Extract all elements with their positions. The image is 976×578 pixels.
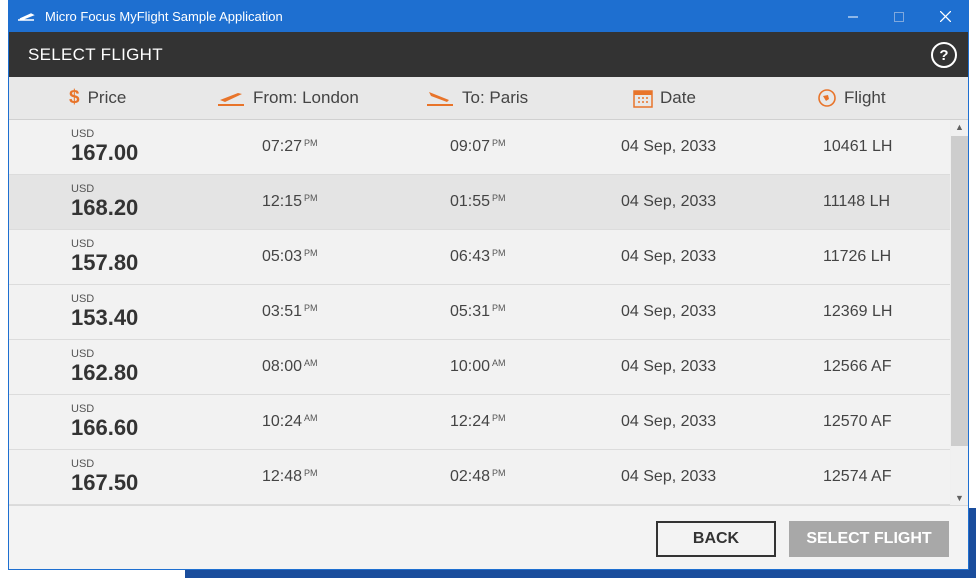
page-title: SELECT FLIGHT (28, 44, 163, 64)
column-to[interactable]: To: Paris (425, 77, 528, 119)
title-bar: Micro Focus MyFlight Sample Application (9, 1, 968, 32)
currency-label: USD (71, 293, 95, 305)
currency-label: USD (71, 128, 95, 140)
arrival-time: 10:00 AM (450, 358, 506, 375)
currency-label: USD (71, 238, 95, 250)
flight-number: 11148 LH (823, 193, 891, 210)
price-value: 167.50 (71, 470, 139, 495)
maximize-button[interactable] (876, 1, 922, 32)
takeoff-icon (218, 93, 244, 106)
table-row[interactable]: USD 153.40 03:51 PM 05:31 PM 04 Sep, 2033 … (9, 285, 950, 340)
flight-number: 10461 LH (823, 138, 893, 155)
close-button[interactable] (922, 1, 968, 32)
vertical-scrollbar[interactable]: ▲ ▼ (951, 120, 968, 505)
help-icon: ? (939, 46, 949, 64)
column-to-label: To: Paris (462, 88, 529, 107)
currency-label: USD (71, 458, 95, 470)
currency-label: USD (71, 403, 95, 415)
table-row[interactable]: USD 157.80 05:03 PM 06:43 PM 04 Sep, 2033 … (9, 230, 950, 285)
flight-date: 04 Sep, 2033 (621, 413, 717, 430)
column-headers: $ Price From: London To: Paris Date Flig… (9, 77, 968, 120)
column-flight[interactable]: Flight (817, 77, 886, 119)
calendar-icon (633, 90, 653, 108)
departure-time: 07:27 PM (262, 138, 318, 155)
airplane-icon (18, 12, 35, 21)
select-flight-button[interactable]: SELECT FLIGHT (789, 521, 949, 557)
departure-time: 03:51 PM (262, 303, 318, 320)
departure-time: 12:48 PM (262, 468, 318, 485)
flight-results: $ Price From: London To: Paris Date Flig… (9, 77, 968, 569)
price-value: 153.40 (71, 305, 139, 330)
landing-icon (427, 92, 453, 106)
flight-number: 12566 AF (823, 358, 892, 375)
flight-date: 04 Sep, 2033 (621, 468, 717, 485)
maximize-icon (894, 11, 904, 22)
help-button[interactable]: ? (931, 42, 957, 68)
arrival-time: 06:43 PM (450, 248, 506, 265)
price-value: 168.20 (71, 195, 139, 220)
globe-icon (818, 89, 836, 107)
price-value: 162.80 (71, 360, 139, 385)
price-value: 157.80 (71, 250, 139, 275)
column-from[interactable]: From: London (216, 77, 359, 119)
departure-time: 05:03 PM (262, 248, 318, 265)
column-date[interactable]: Date (633, 77, 696, 119)
currency-label: USD (71, 183, 95, 195)
table-row[interactable]: USD 162.80 08:00 AM 10:00 AM 04 Sep, 2033 … (9, 340, 950, 395)
departure-time: 08:00 AM (262, 358, 318, 375)
flight-date: 04 Sep, 2033 (621, 303, 717, 320)
arrival-time: 02:48 PM (450, 468, 506, 485)
column-price[interactable]: $ Price (69, 77, 126, 119)
window-title: Micro Focus MyFlight Sample Application (45, 9, 283, 24)
column-from-label: From: London (253, 88, 359, 107)
column-price-label: Price (87, 88, 127, 107)
page-header: SELECT FLIGHT ? (9, 32, 968, 77)
price-value: 166.60 (71, 415, 139, 440)
close-icon (939, 11, 951, 22)
table-row[interactable]: USD 167.50 12:48 PM 02:48 PM 04 Sep, 2033 … (9, 450, 950, 505)
flight-number: 12574 AF (823, 468, 892, 485)
minimize-button[interactable] (830, 1, 876, 32)
arrival-time: 05:31 PM (450, 303, 506, 320)
column-flight-label: Flight (844, 88, 886, 107)
price-value: 167.00 (71, 140, 139, 165)
flight-date: 04 Sep, 2033 (621, 358, 717, 375)
flight-date: 04 Sep, 2033 (621, 248, 717, 265)
scroll-up-icon[interactable]: ▲ (951, 120, 968, 134)
flight-number: 12369 LH (823, 303, 893, 320)
arrival-time: 12:24 PM (450, 413, 506, 430)
arrival-time: 01:55 PM (450, 193, 506, 210)
scrollbar-thumb[interactable] (951, 136, 968, 446)
minimize-icon (848, 16, 858, 17)
column-date-label: Date (660, 88, 696, 107)
departure-time: 12:15 PM (262, 193, 318, 210)
flight-number: 12570 AF (823, 413, 892, 430)
table-row[interactable]: USD 167.00 07:27 PM 09:07 PM 04 Sep, 2033 … (9, 120, 950, 175)
table-row[interactable]: USD 166.60 10:24 AM 12:24 PM 04 Sep, 2033 … (9, 395, 950, 450)
flight-list: USD 167.00 07:27 PM 09:07 PM 04 Sep, 2033 … (9, 120, 950, 505)
table-row[interactable]: USD 168.20 12:15 PM 01:55 PM 04 Sep, 2033 … (9, 175, 950, 230)
arrival-time: 09:07 PM (450, 138, 506, 155)
dollar-icon: $ (69, 87, 80, 108)
currency-label: USD (71, 348, 95, 360)
flight-date: 04 Sep, 2033 (621, 193, 717, 210)
flight-date: 04 Sep, 2033 (621, 138, 717, 155)
departure-time: 10:24 AM (262, 413, 318, 430)
back-button[interactable]: BACK (656, 521, 776, 557)
app-window: Micro Focus MyFlight Sample Application … (8, 0, 969, 570)
flight-number: 11726 LH (823, 248, 892, 265)
footer-bar: BACK SELECT FLIGHT (9, 505, 968, 569)
scroll-down-icon[interactable]: ▼ (951, 491, 968, 505)
